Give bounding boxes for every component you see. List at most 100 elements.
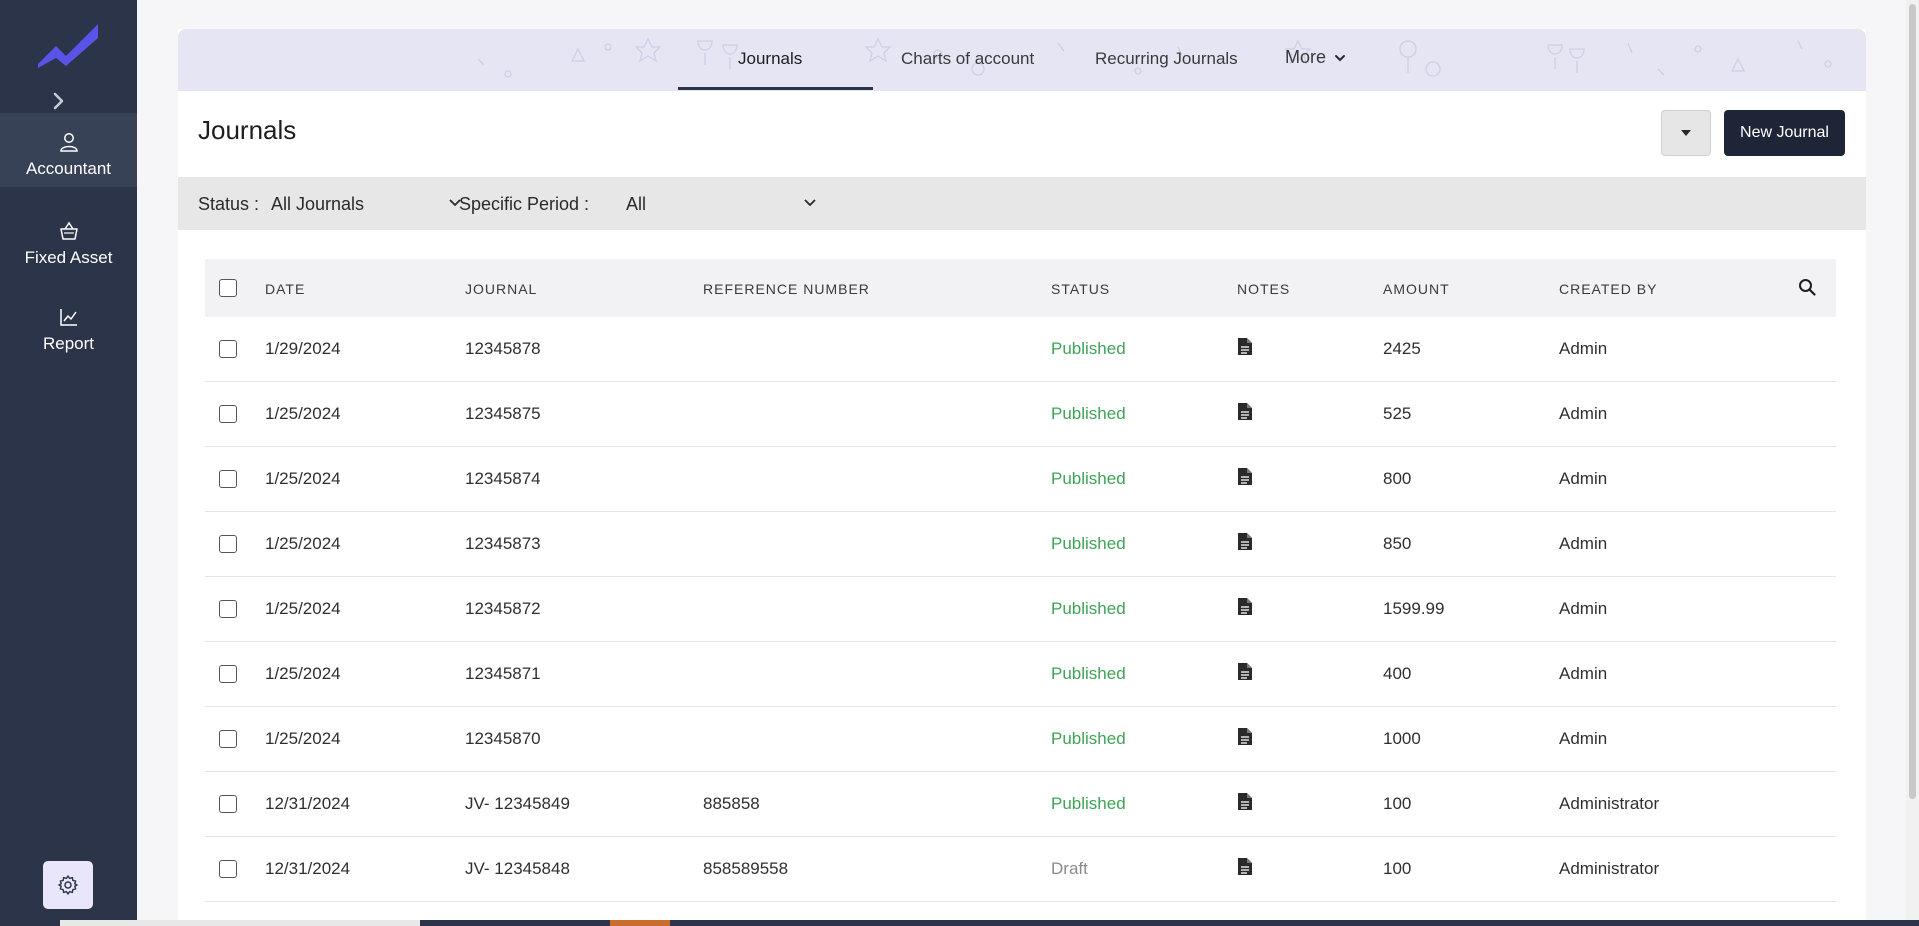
table-row[interactable]: 1/25/2024 12345870 Published 1000 Admin: [205, 707, 1836, 772]
table-row[interactable]: 1/29/2024 12345878 Published 2425 Admin: [205, 317, 1836, 382]
cell-reference-number: 885858: [703, 794, 760, 813]
document-icon[interactable]: [1237, 597, 1253, 621]
select-all-checkbox[interactable]: [219, 279, 237, 297]
column-header-reference-number[interactable]: REFERENCE NUMBER: [703, 281, 870, 297]
chart-line-icon: [59, 309, 77, 326]
cell-date: 1/25/2024: [265, 729, 341, 748]
column-header-date[interactable]: DATE: [265, 281, 305, 297]
cell-journal[interactable]: JV- 12345849: [465, 794, 570, 814]
column-header-journal[interactable]: JOURNAL: [465, 281, 537, 297]
filter-bar: Status : All Journals Specific Period : …: [178, 177, 1866, 230]
more-actions-dropdown-button[interactable]: [1661, 110, 1711, 156]
cell-status: Draft: [1051, 859, 1088, 878]
document-icon[interactable]: [1237, 857, 1253, 881]
cell-date: 12/31/2024: [265, 859, 351, 878]
cell-journal[interactable]: 12345870: [465, 729, 541, 749]
cell-amount: 1599.99: [1383, 599, 1445, 618]
cell-date: 1/25/2024: [265, 469, 341, 488]
document-icon[interactable]: [1237, 532, 1253, 556]
sidebar-item-label: Fixed Asset: [24, 248, 113, 267]
cell-amount: 525: [1383, 404, 1412, 423]
cell-journal[interactable]: 12345875: [465, 404, 541, 424]
cell-created-by: Admin: [1559, 599, 1608, 618]
column-header-amount[interactable]: AMOUNT: [1383, 281, 1450, 297]
document-icon[interactable]: [1237, 402, 1253, 426]
cell-status: Published: [1051, 404, 1126, 423]
cell-status: Published: [1051, 794, 1126, 813]
cell-created-by: Admin: [1559, 404, 1608, 423]
column-header-status[interactable]: STATUS: [1051, 281, 1110, 297]
tab-more[interactable]: More: [1285, 47, 1346, 68]
cell-journal[interactable]: 12345872: [465, 599, 541, 619]
row-checkbox[interactable]: [219, 535, 237, 553]
cell-journal[interactable]: 12345873: [465, 534, 541, 554]
user-icon: [59, 133, 78, 152]
cell-amount: 2425: [1383, 339, 1421, 358]
cell-journal[interactable]: 12345871: [465, 664, 541, 684]
document-icon[interactable]: [1237, 727, 1253, 751]
gear-icon: [58, 875, 78, 895]
active-tab-indicator: [678, 87, 873, 90]
sidebar-item-fixed-asset[interactable]: Fixed Asset: [0, 220, 137, 280]
cell-created-by: Administrator: [1559, 794, 1660, 813]
cell-amount: 800: [1383, 469, 1412, 488]
cell-amount: 850: [1383, 534, 1412, 553]
search-icon[interactable]: [1798, 278, 1816, 296]
column-header-created-by[interactable]: CREATED BY: [1559, 281, 1657, 297]
sidebar-item-accountant[interactable]: Accountant: [0, 113, 137, 187]
cell-reference-number: 858589558: [703, 859, 789, 878]
row-checkbox[interactable]: [219, 405, 237, 423]
row-checkbox[interactable]: [219, 730, 237, 748]
chevron-right-icon[interactable]: [49, 91, 69, 111]
document-icon[interactable]: [1237, 467, 1253, 491]
table-row[interactable]: 1/25/2024 12345875 Published 525 Admin: [205, 382, 1836, 447]
table-row[interactable]: 1/25/2024 12345871 Published 400 Admin: [205, 642, 1836, 707]
status-filter-label: Status :: [198, 194, 260, 214]
cell-created-by: Admin: [1559, 469, 1608, 488]
caret-down-icon: [1681, 130, 1691, 136]
table-row[interactable]: 12/31/2024 JV- 12345848 858589558 Draft 100 A…: [205, 837, 1836, 902]
cell-date: 1/25/2024: [265, 599, 341, 618]
vertical-scrollbar[interactable]: [1906, 0, 1919, 926]
cell-date: 1/25/2024: [265, 664, 341, 683]
new-journal-button[interactable]: New Journal: [1724, 110, 1845, 156]
column-header-notes[interactable]: NOTES: [1237, 281, 1290, 297]
document-icon[interactable]: [1237, 792, 1253, 816]
logo-icon[interactable]: [36, 20, 100, 68]
tab-recurring-journals[interactable]: Recurring Journals: [1095, 49, 1238, 69]
table-row[interactable]: 1/25/2024 12345873 Published 850 Admin: [205, 512, 1836, 577]
taskbar-strip: [0, 920, 1919, 926]
cell-journal[interactable]: JV- 12345848: [465, 859, 570, 879]
cell-status: Published: [1051, 729, 1126, 748]
period-filter-label: Specific Period :: [459, 194, 590, 214]
scrollbar-thumb[interactable]: [1909, 4, 1916, 799]
sidebar-item-report[interactable]: Report: [0, 306, 137, 366]
cell-date: 1/29/2024: [265, 339, 341, 358]
status-filter-select[interactable]: All Journals: [271, 187, 461, 219]
row-checkbox[interactable]: [219, 470, 237, 488]
document-icon[interactable]: [1237, 662, 1253, 686]
cell-journal[interactable]: 12345878: [465, 339, 541, 359]
row-checkbox[interactable]: [219, 340, 237, 358]
tab-charts-of-account[interactable]: Charts of account: [901, 49, 1034, 69]
period-filter-select[interactable]: All: [626, 187, 816, 219]
cell-journal[interactable]: 12345874: [465, 469, 541, 489]
main-content: Journals Charts of account Recurring Jou…: [137, 0, 1919, 926]
cell-status: Published: [1051, 664, 1126, 683]
table-row[interactable]: 1/25/2024 12345874 Published 800 Admin: [205, 447, 1836, 512]
cell-amount: 100: [1383, 859, 1412, 878]
table-row[interactable]: 1/25/2024 12345872 Published 1599.99 Admin: [205, 577, 1836, 642]
row-checkbox[interactable]: [219, 860, 237, 878]
table-row[interactable]: 12/31/2024 JV- 12345849 885858 Published 100…: [205, 772, 1836, 837]
tab-journals[interactable]: Journals: [738, 49, 802, 69]
period-filter-value: All: [626, 194, 647, 214]
row-checkbox[interactable]: [219, 665, 237, 683]
cell-created-by: Admin: [1559, 664, 1608, 683]
row-checkbox[interactable]: [219, 795, 237, 813]
chevron-down-icon: [804, 199, 816, 207]
document-icon[interactable]: [1237, 337, 1253, 361]
journals-panel: Journals Charts of account Recurring Jou…: [178, 29, 1866, 926]
row-checkbox[interactable]: [219, 600, 237, 618]
tab-bar: Journals Charts of account Recurring Jou…: [178, 29, 1866, 91]
settings-button[interactable]: [43, 861, 93, 909]
